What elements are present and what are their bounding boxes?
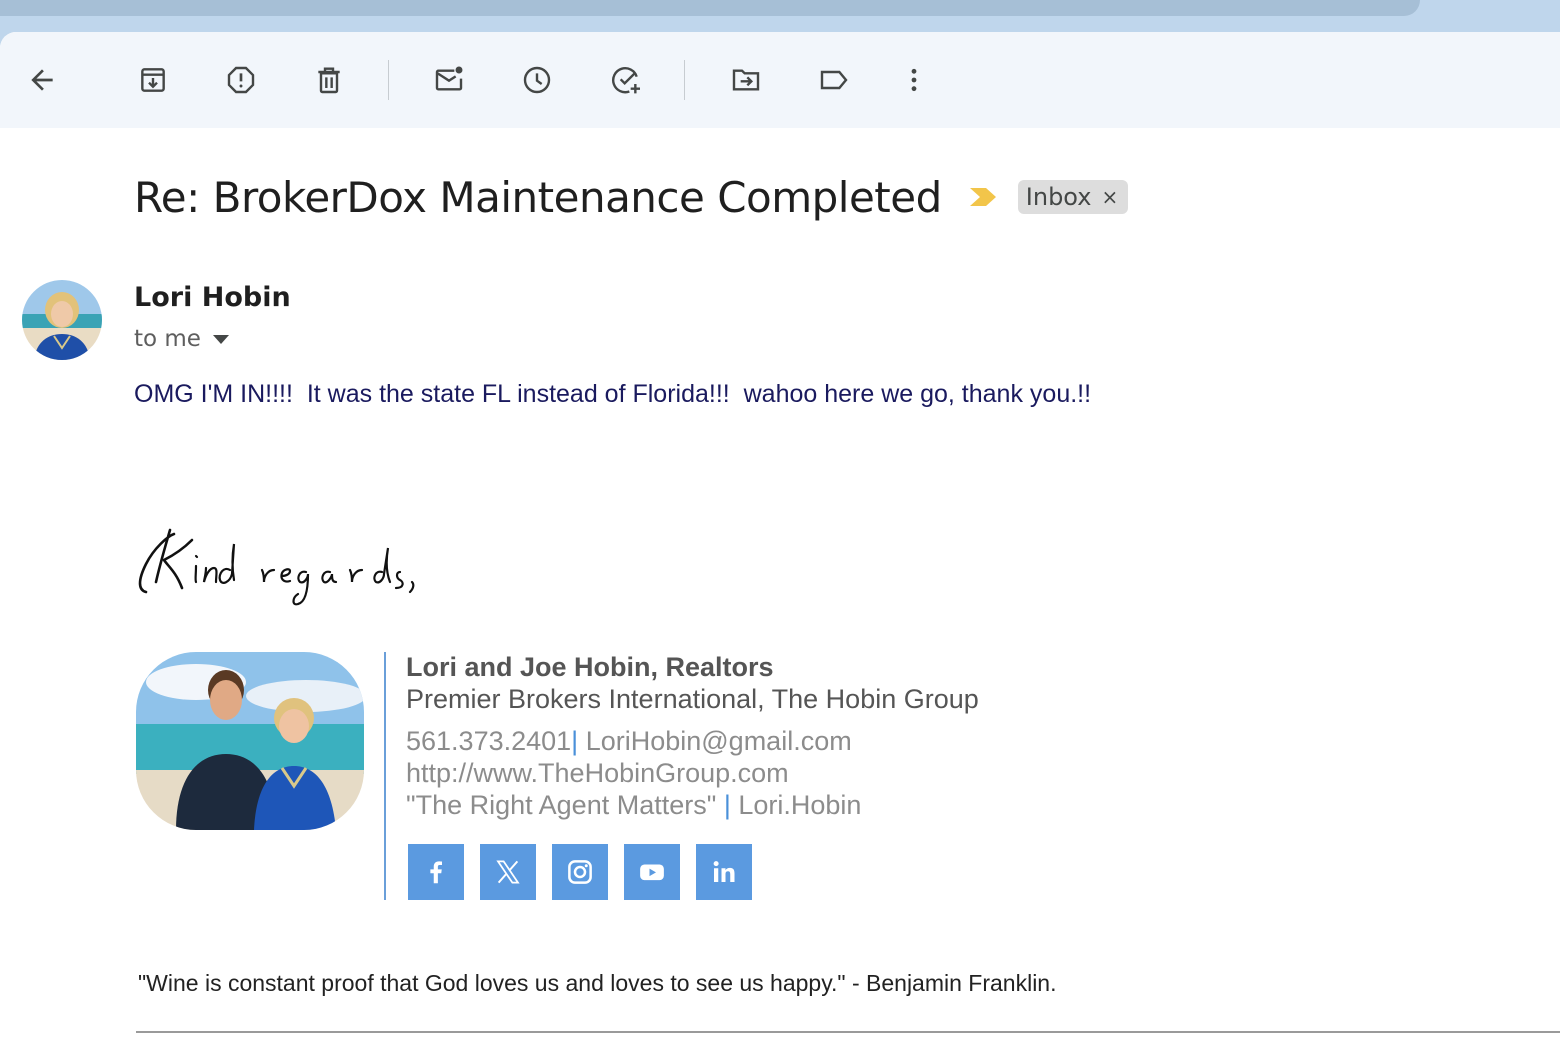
recipient-details-toggle[interactable]: to me	[134, 326, 229, 352]
sender-name[interactable]: Lori Hobin	[134, 282, 291, 313]
report-spam-button[interactable]	[221, 60, 261, 100]
instagram-link[interactable]	[552, 844, 608, 900]
add-task-button[interactable]	[606, 60, 646, 100]
signature-contact-line: 561.373.2401| LoriHobin@gmail.com	[406, 726, 852, 757]
facebook-link[interactable]	[408, 844, 464, 900]
pipe-separator: |	[571, 726, 579, 756]
label-icon	[820, 70, 848, 90]
browser-top-bar	[0, 0, 1420, 16]
linkedin-icon	[713, 861, 735, 882]
add-task-icon	[612, 67, 640, 94]
delete-icon	[318, 67, 340, 94]
signature-quote: "Wine is constant proof that God loves u…	[138, 970, 1057, 996]
signature-phone[interactable]: 561.373.2401	[406, 726, 571, 756]
email-subject: Re: BrokerDox Maintenance Completed	[134, 172, 942, 222]
signature-tagline: "The Right Agent Matters"	[406, 790, 717, 820]
x-twitter-link[interactable]	[480, 844, 536, 900]
back-arrow-icon	[31, 69, 53, 91]
youtube-icon	[640, 864, 664, 881]
toolbar-divider	[684, 60, 685, 100]
delete-button[interactable]	[309, 60, 349, 100]
snooze-icon	[523, 66, 551, 94]
instagram-icon	[568, 860, 592, 884]
signature-website-link[interactable]: http://www.TheHobinGroup.com	[406, 758, 789, 789]
important-marker-icon[interactable]	[968, 186, 998, 208]
archive-button[interactable]	[133, 60, 173, 100]
inbox-label-chip: Inbox ×	[1017, 180, 1129, 214]
move-to-icon	[732, 69, 760, 91]
archive-icon	[141, 68, 165, 92]
linkedin-link[interactable]	[696, 844, 752, 900]
mark-unread-icon	[435, 66, 463, 91]
report-spam-icon	[227, 66, 255, 94]
signature-name: Lori and Joe Hobin, Realtors	[406, 652, 774, 682]
label-button[interactable]	[814, 60, 854, 100]
sender-avatar[interactable]	[22, 280, 102, 360]
x-icon	[496, 860, 520, 884]
email-body: OMG I'M IN!!!! It was the state FL inste…	[134, 380, 1092, 408]
signature-divider	[384, 652, 386, 900]
back-button[interactable]	[22, 60, 62, 100]
facebook-icon	[430, 861, 442, 884]
signature-email-link[interactable]: LoriHobin@gmail.com	[586, 726, 852, 756]
toolbar-divider	[388, 60, 389, 100]
signature-photo	[136, 652, 364, 830]
signature-bottom-rule	[136, 1031, 1560, 1033]
label-chip-text: Inbox	[1025, 183, 1092, 211]
chevron-down-icon	[212, 334, 229, 344]
signature-tagline-line: "The Right Agent Matters" | Lori.Hobin	[406, 790, 861, 821]
kind-regards-script-image	[138, 528, 415, 606]
pipe-separator: |	[723, 790, 731, 820]
signature-handle[interactable]: Lori.Hobin	[738, 790, 861, 820]
more-options-button[interactable]	[894, 60, 934, 100]
signature-company: Premier Brokers International, The Hobin…	[406, 684, 979, 714]
recipient-text: to me	[134, 326, 201, 352]
subject-row: Re: BrokerDox Maintenance Completed Inbo…	[134, 170, 1129, 224]
remove-label-button[interactable]: ×	[1101, 185, 1118, 209]
snooze-button[interactable]	[517, 60, 557, 100]
email-view: Re: BrokerDox Maintenance Completed Inbo…	[0, 32, 1560, 1056]
move-to-button[interactable]	[726, 60, 766, 100]
more-options-icon	[911, 68, 917, 92]
youtube-link[interactable]	[624, 844, 680, 900]
mark-unread-button[interactable]	[429, 60, 469, 100]
email-toolbar	[0, 32, 1560, 128]
